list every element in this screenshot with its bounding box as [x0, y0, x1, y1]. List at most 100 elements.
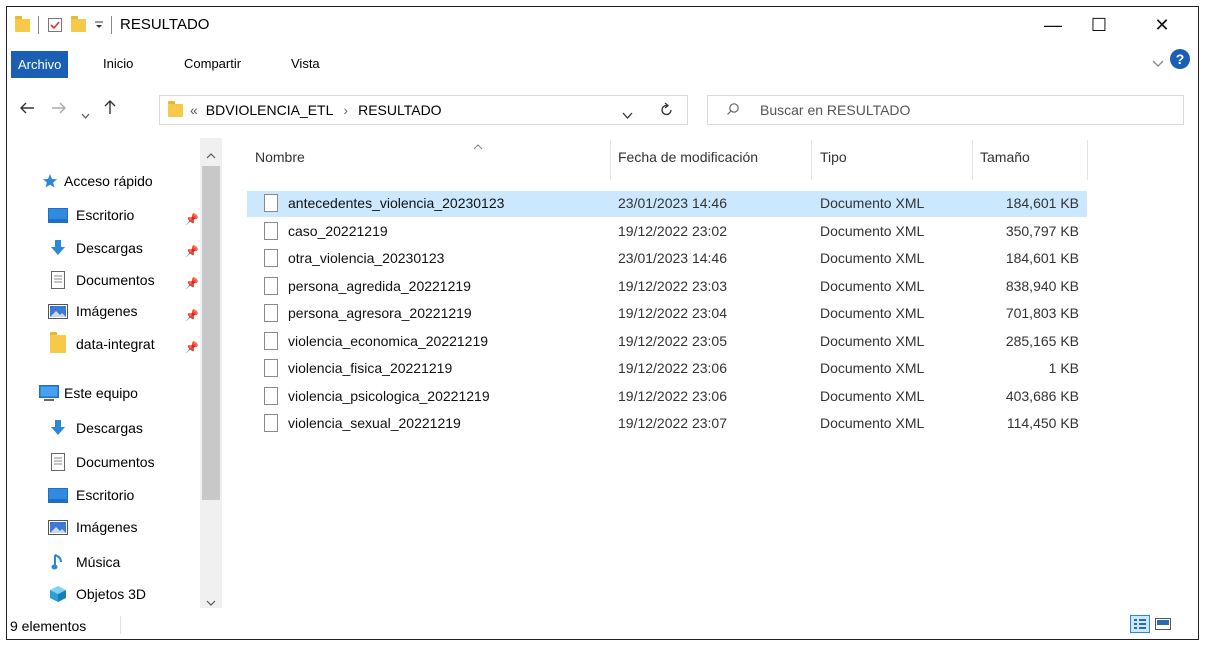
tab-vista[interactable]: Vista	[285, 53, 326, 74]
address-dropdown-icon[interactable]	[622, 106, 633, 122]
file-modified: 23/01/2023 14:46	[618, 195, 727, 211]
file-type: Documento XML	[820, 387, 925, 404]
maximize-button[interactable]: ☐	[1076, 7, 1122, 43]
file-modified: 23/01/2023 14:46	[618, 250, 727, 266]
breadcrumb-resultado[interactable]: RESULTADO	[358, 102, 442, 118]
folder-icon	[168, 100, 183, 117]
sidebar-item-pc-escritorio[interactable]: Escritorio	[47, 487, 134, 503]
help-icon[interactable]: ?	[1170, 49, 1190, 69]
table-row[interactable]: violencia_fisica_20221219 19/12/2022 23:0…	[247, 356, 1087, 382]
file-modified: 19/12/2022 23:06	[618, 360, 727, 376]
table-row[interactable]: persona_agresora_20221219 19/12/2022 23:0…	[247, 301, 1087, 327]
search-placeholder: Buscar en RESULTADO	[760, 102, 911, 118]
minimize-button[interactable]: —	[1030, 7, 1076, 43]
pictures-icon	[47, 519, 69, 535]
scroll-thumb[interactable]	[202, 166, 220, 500]
file-type: Documento XML	[820, 332, 925, 349]
file-name: violencia_sexual_20221219	[288, 415, 461, 431]
search-input[interactable]: Buscar en RESULTADO	[707, 95, 1184, 125]
table-row[interactable]: antecedentes_violencia_20230123 23/01/202…	[247, 191, 1087, 217]
scroll-down-icon[interactable]	[206, 593, 216, 609]
sidebar-item-pc-objetos-3d[interactable]: Objetos 3D	[47, 585, 146, 603]
folder-icon	[47, 332, 69, 353]
file-name: persona_agredida_20221219	[288, 277, 471, 294]
file-type: Documento XML	[820, 222, 925, 239]
sidebar-item-este-equipo[interactable]: Este equipo	[39, 385, 138, 401]
properties-icon[interactable]	[47, 7, 63, 43]
sidebar-item-data-integrat[interactable]: data-integrat	[47, 332, 155, 353]
pin-icon[interactable]: 📌	[185, 309, 199, 322]
close-button[interactable]: ✕	[1139, 7, 1185, 43]
table-row[interactable]: violencia_economica_20221219 19/12/2022 2…	[247, 329, 1087, 355]
pin-icon[interactable]: 📌	[185, 341, 199, 354]
expand-ribbon-icon[interactable]	[1152, 55, 1164, 71]
tab-compartir[interactable]: Compartir	[178, 53, 247, 74]
address-bar[interactable]: « BDVIOLENCIA_ETL › RESULTADO	[159, 95, 688, 125]
xml-file-icon	[264, 221, 278, 240]
up-button[interactable]	[103, 99, 117, 120]
sidebar-item-pc-imagenes[interactable]: Imágenes	[47, 519, 137, 535]
sidebar-item-acceso-rapido[interactable]: Acceso rápido	[41, 173, 153, 189]
download-icon	[47, 239, 69, 257]
file-size: 285,165 KB	[1005, 332, 1079, 349]
xml-file-icon	[264, 304, 278, 322]
sidebar-item-escritorio[interactable]: Escritorio	[47, 207, 134, 223]
column-header-fecha[interactable]: Fecha de modificación	[618, 149, 758, 165]
cube-icon	[47, 585, 69, 603]
pin-icon[interactable]: 📌	[185, 277, 199, 290]
file-name: violencia_psicologica_20221219	[288, 387, 490, 404]
recent-locations-icon[interactable]	[81, 103, 90, 124]
file-size: 838,940 KB	[1005, 277, 1079, 294]
xml-file-icon	[264, 276, 278, 295]
download-icon	[47, 419, 69, 437]
window-title: RESULTADO	[120, 16, 210, 33]
ribbon: Archivo Inicio Compartir Vista ?	[7, 43, 1198, 83]
file-modified: 19/12/2022 23:05	[618, 332, 727, 349]
documents-icon	[47, 271, 69, 289]
pin-icon[interactable]: 📌	[185, 245, 199, 258]
file-list: Nombre Fecha de modificación Tipo Tamaño…	[247, 137, 1187, 607]
xml-file-icon	[264, 386, 278, 405]
address-row: « BDVIOLENCIA_ETL › RESULTADO Buscar en …	[7, 87, 1198, 131]
tab-inicio[interactable]: Inicio	[97, 53, 139, 74]
sidebar-item-documentos[interactable]: Documentos	[47, 271, 155, 289]
file-size: 701,803 KB	[1005, 305, 1079, 321]
breadcrumb-bdviolencia[interactable]: BDVIOLENCIA_ETL	[206, 102, 334, 118]
table-row[interactable]: otra_violencia_20230123 23/01/2023 14:46 D…	[247, 246, 1087, 272]
sidebar-item-pc-descargas[interactable]: Descargas	[47, 419, 143, 437]
file-name: violencia_fisica_20221219	[288, 360, 453, 376]
sidebar-item-descargas[interactable]: Descargas	[47, 239, 143, 257]
new-folder-icon[interactable]	[71, 7, 86, 43]
large-icons-view-button[interactable]	[1153, 615, 1173, 633]
table-row[interactable]: caso_20221219 19/12/2022 23:02 Documento X…	[247, 219, 1087, 245]
back-button[interactable]	[19, 99, 35, 120]
customize-quick-access-icon[interactable]	[94, 7, 104, 43]
file-type: Documento XML	[820, 195, 925, 211]
sidebar-item-pc-musica[interactable]: Música	[47, 553, 120, 571]
file-name: persona_agresora_20221219	[288, 305, 472, 321]
tab-archivo[interactable]: Archivo	[11, 51, 69, 78]
sidebar-item-pc-documentos[interactable]: Documentos	[47, 453, 155, 471]
xml-file-icon	[264, 194, 278, 212]
search-icon	[726, 102, 740, 119]
table-row[interactable]: persona_agredida_20221219 19/12/2022 23:0…	[247, 274, 1087, 300]
desktop-icon	[47, 207, 69, 223]
table-row[interactable]: violencia_psicologica_20221219 19/12/2022…	[247, 384, 1087, 410]
xml-file-icon	[264, 249, 278, 267]
forward-button[interactable]	[51, 99, 67, 120]
sidebar-item-imagenes[interactable]: Imágenes	[47, 303, 137, 319]
refresh-icon[interactable]	[660, 102, 674, 121]
navigation-scrollbar[interactable]	[200, 138, 222, 608]
table-row[interactable]: violencia_sexual_20221219 19/12/2022 23:0…	[247, 411, 1087, 437]
pin-icon[interactable]: 📌	[185, 213, 199, 226]
breadcrumb-separator[interactable]: ›	[343, 102, 348, 118]
scroll-up-icon[interactable]	[206, 146, 216, 162]
title-bar: RESULTADO — ☐ ✕	[7, 7, 1198, 43]
file-modified: 19/12/2022 23:03	[618, 277, 727, 294]
column-header-tamano[interactable]: Tamaño	[980, 149, 1030, 165]
details-view-button[interactable]	[1130, 615, 1150, 633]
file-size: 184,601 KB	[1005, 250, 1079, 266]
overflow-chevron[interactable]: «	[190, 102, 198, 118]
column-header-tipo[interactable]: Tipo	[820, 149, 847, 165]
column-header-nombre[interactable]: Nombre	[255, 149, 305, 165]
